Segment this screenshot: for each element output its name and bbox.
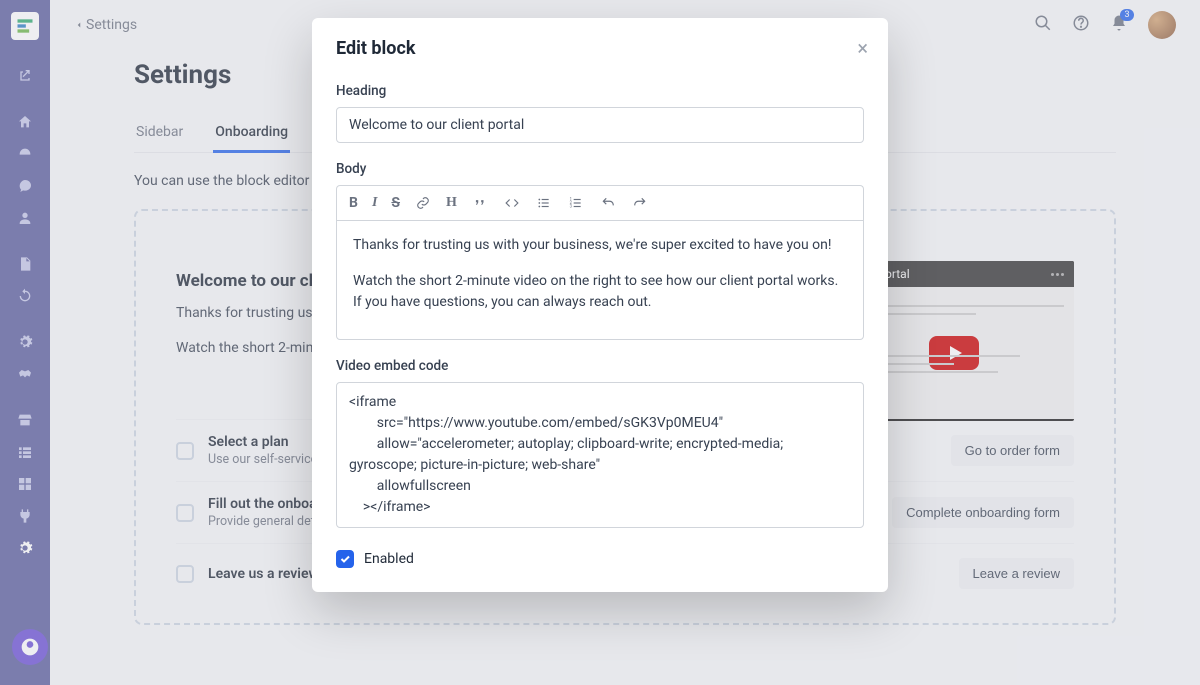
embed-label: Video embed code xyxy=(336,358,864,374)
body-label: Body xyxy=(336,161,864,177)
editor-toolbar: B I S H 123 xyxy=(336,185,864,220)
code-icon[interactable] xyxy=(503,194,521,212)
strike-icon[interactable]: S xyxy=(391,195,400,211)
body-p1: Thanks for trusting us with your busines… xyxy=(353,235,847,257)
enabled-row: Enabled xyxy=(336,550,864,568)
embed-textarea[interactable] xyxy=(336,382,864,528)
heading-icon[interactable]: H xyxy=(446,195,457,211)
ol-icon[interactable]: 123 xyxy=(567,194,585,212)
ul-icon[interactable] xyxy=(535,194,553,212)
modal-title: Edit block xyxy=(336,38,864,59)
heading-input[interactable] xyxy=(336,107,864,143)
bold-icon[interactable]: B xyxy=(349,195,358,211)
close-icon[interactable]: × xyxy=(857,36,868,60)
modal-overlay[interactable]: × Edit block Heading Body B I S H 123 xyxy=(0,0,1200,685)
undo-icon[interactable] xyxy=(599,194,617,212)
heading-label: Heading xyxy=(336,83,864,99)
link-icon[interactable] xyxy=(414,194,432,212)
quote-icon[interactable] xyxy=(471,194,489,212)
enabled-label[interactable]: Enabled xyxy=(364,551,414,567)
enabled-checkbox[interactable] xyxy=(336,550,354,568)
body-p2: Watch the short 2-minute video on the ri… xyxy=(353,271,847,314)
redo-icon[interactable] xyxy=(631,194,649,212)
body-editor[interactable]: Thanks for trusting us with your busines… xyxy=(336,220,864,340)
edit-block-modal: × Edit block Heading Body B I S H 123 xyxy=(312,18,888,592)
italic-icon[interactable]: I xyxy=(372,195,377,211)
svg-text:3: 3 xyxy=(569,204,572,209)
